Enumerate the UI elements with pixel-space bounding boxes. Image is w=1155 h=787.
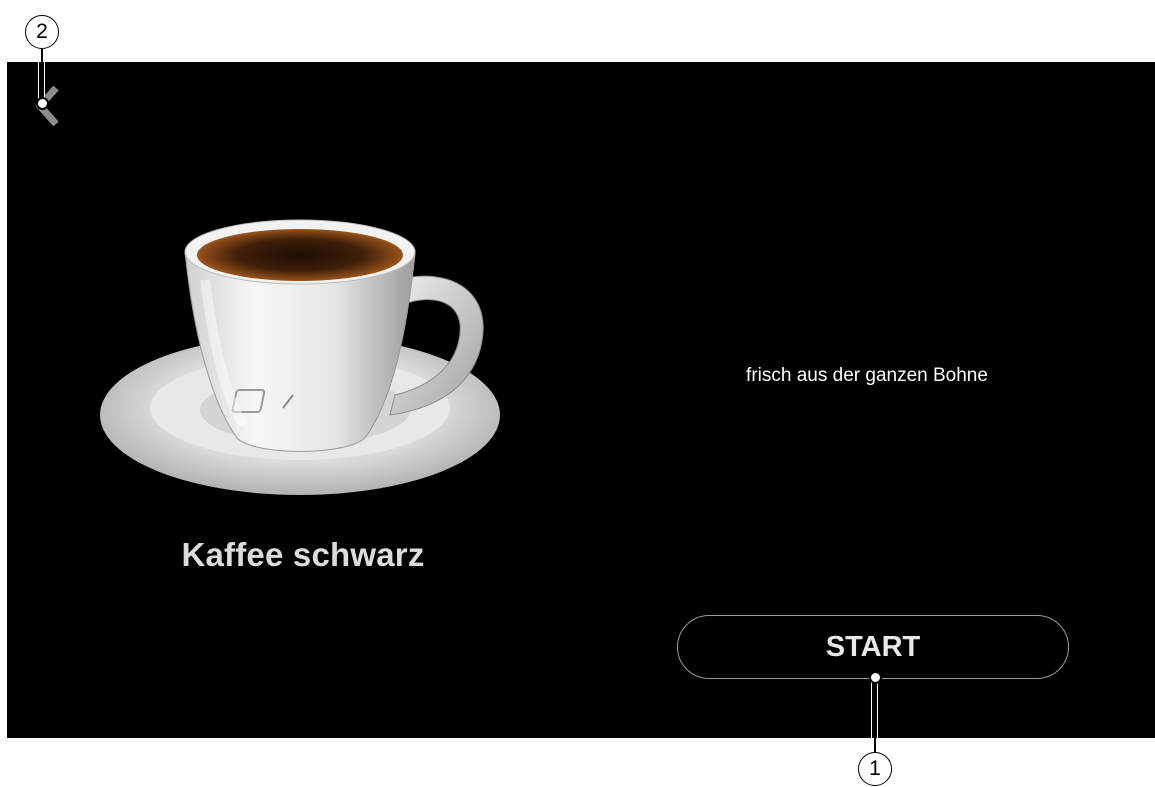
callout-2: 2 (25, 15, 59, 49)
product-image (95, 210, 505, 530)
callout-1: 1 (858, 752, 892, 786)
callout-leader-1 (874, 682, 876, 752)
callout-anchor-2 (36, 97, 49, 110)
start-button[interactable]: START (677, 615, 1069, 679)
manual-figure: Kaffee schwarz frisch aus der ganzen Boh… (0, 0, 1155, 787)
product-description: frisch aus der ganzen Bohne (746, 365, 988, 386)
product-name: Kaffee schwarz (181, 536, 425, 573)
callout-leader-edge (877, 682, 878, 752)
coffee-cup-icon (100, 219, 500, 495)
machine-display: Kaffee schwarz frisch aus der ganzen Boh… (7, 62, 1155, 738)
callout-anchor-1 (869, 671, 882, 684)
callout-leader-edge (871, 682, 872, 752)
